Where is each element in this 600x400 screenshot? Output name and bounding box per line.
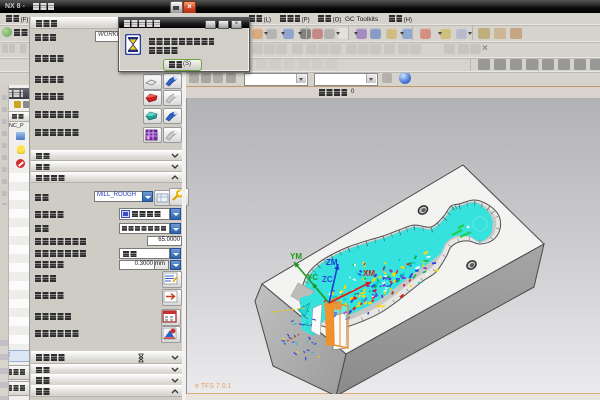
svg-text:ZC: ZC — [322, 275, 333, 284]
svg-text:YM: YM — [290, 252, 302, 261]
svg-text:XM: XM — [363, 269, 375, 278]
svg-text:YC: YC — [307, 273, 318, 282]
svg-text:ZM: ZM — [326, 258, 338, 267]
